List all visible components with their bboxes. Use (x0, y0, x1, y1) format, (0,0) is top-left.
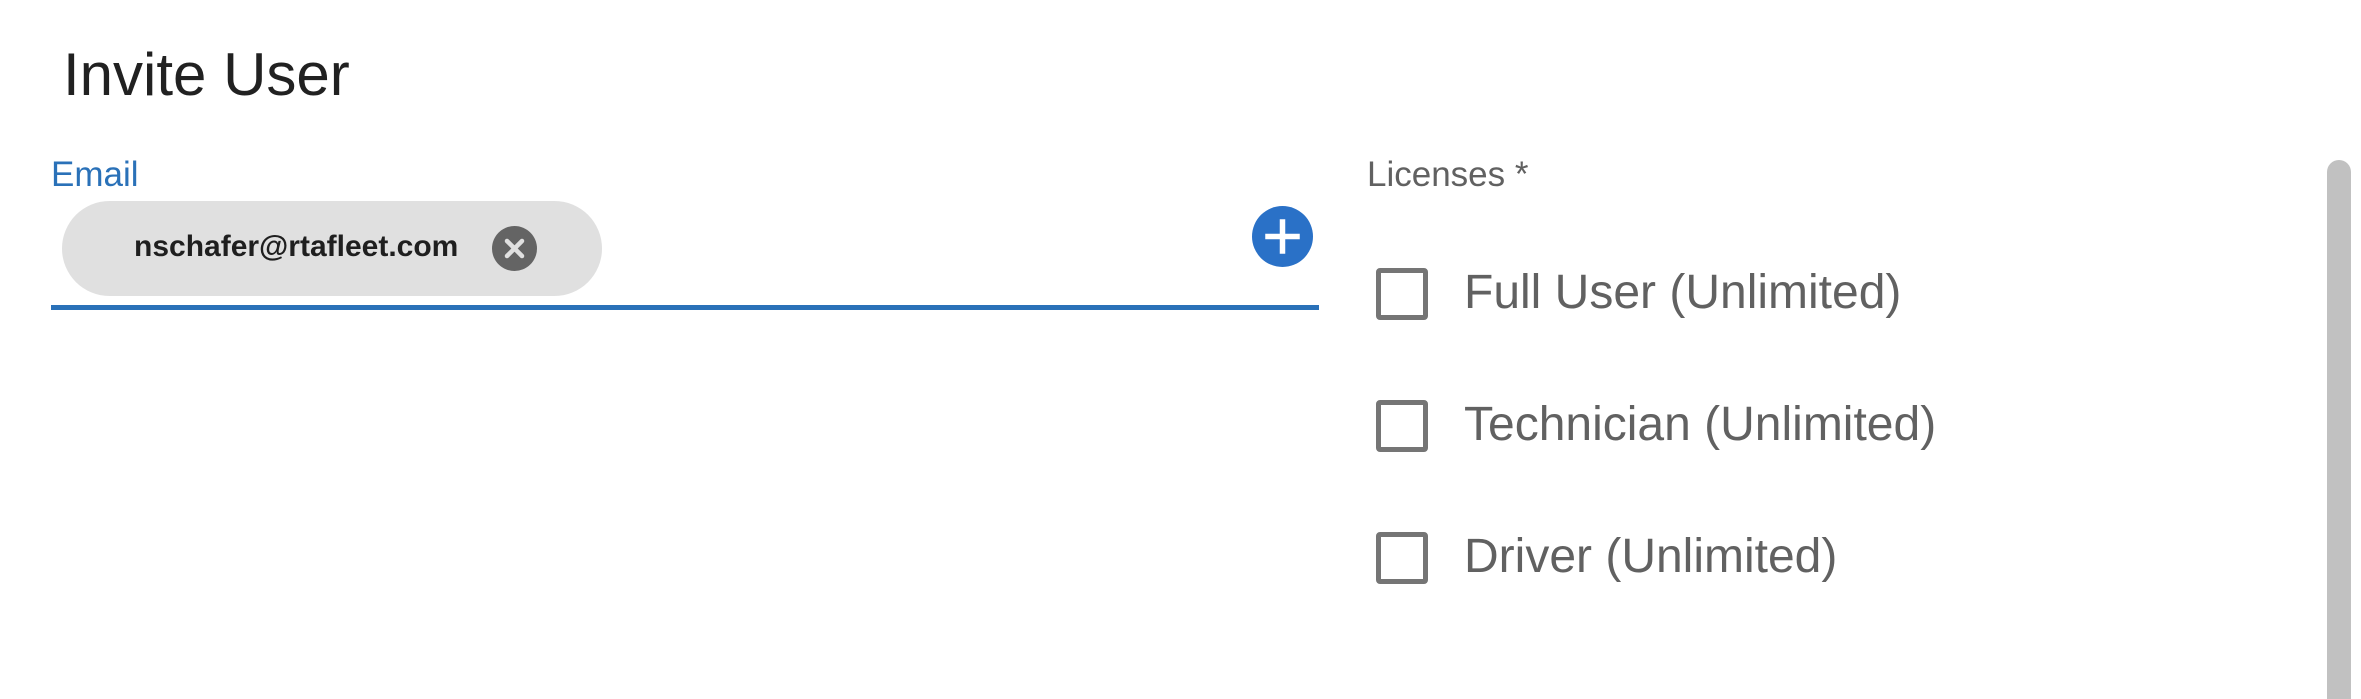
email-chip[interactable]: nschafer@rtafleet.com (62, 201, 602, 296)
invite-user-dialog: Invite User Email nschafer@rtafleet.com … (0, 0, 2361, 699)
plus-circle-icon (1252, 206, 1313, 267)
email-chip-label: nschafer@rtafleet.com (134, 230, 459, 263)
scrollbar-thumb[interactable] (2327, 160, 2351, 699)
licenses-label: Licenses * (1367, 155, 1529, 194)
driver-checkbox[interactable] (1376, 532, 1428, 584)
email-label: Email (51, 155, 139, 194)
add-email-button[interactable] (1252, 206, 1313, 267)
cancel-circle-icon[interactable] (492, 226, 537, 271)
full-user-checkbox[interactable] (1376, 268, 1428, 320)
license-option-label: Technician (Unlimited) (1464, 398, 1937, 451)
license-option-label: Full User (Unlimited) (1464, 266, 1902, 319)
license-option-label: Driver (Unlimited) (1464, 530, 1838, 583)
page-title: Invite User (63, 41, 350, 108)
email-field-underline (51, 305, 1319, 310)
technician-checkbox[interactable] (1376, 400, 1428, 452)
